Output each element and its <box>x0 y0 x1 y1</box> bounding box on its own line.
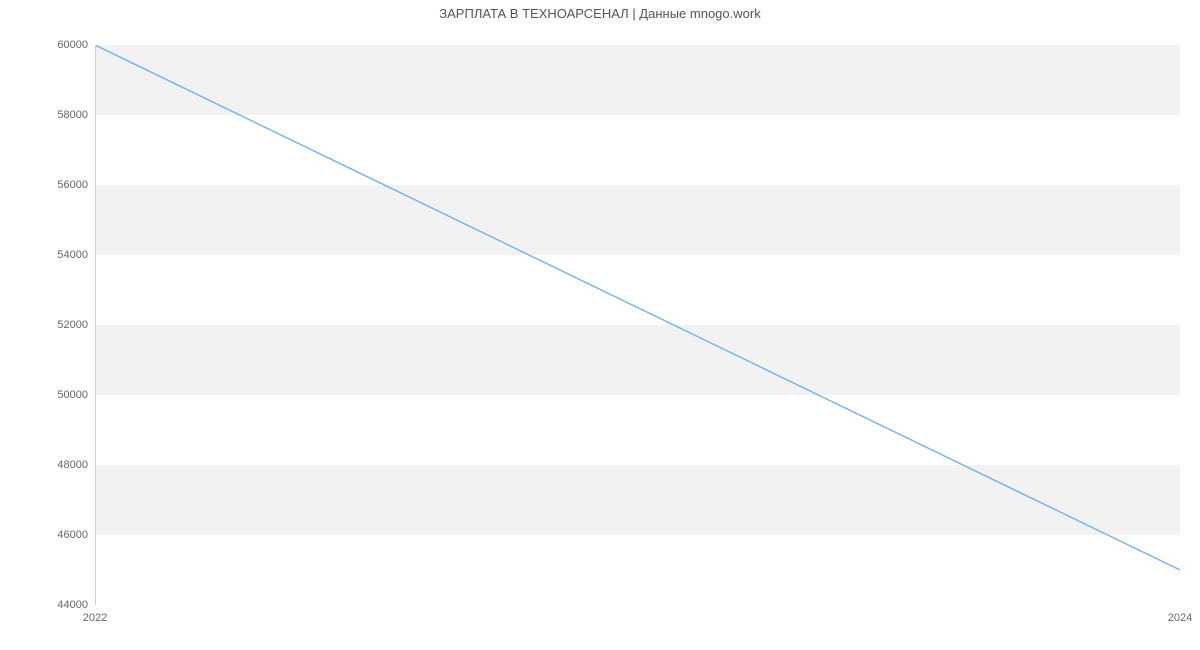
y-tick-label: 46000 <box>8 529 88 541</box>
y-tick-label: 48000 <box>8 459 88 471</box>
series-line <box>95 45 1180 570</box>
y-axis-line <box>95 45 96 605</box>
y-tick-label: 60000 <box>8 39 88 51</box>
y-tick-label: 56000 <box>8 179 88 191</box>
salary-chart: ЗАРПЛАТА В ТЕХНОАРСЕНАЛ | Данные mnogo.w… <box>0 0 1200 650</box>
y-tick-label: 44000 <box>8 599 88 611</box>
y-tick-label: 52000 <box>8 319 88 331</box>
line-layer <box>95 45 1180 605</box>
y-tick-label: 58000 <box>8 109 88 121</box>
plot-area <box>95 45 1180 605</box>
chart-title: ЗАРПЛАТА В ТЕХНОАРСЕНАЛ | Данные mnogo.w… <box>0 6 1200 21</box>
y-tick-label: 54000 <box>8 249 88 261</box>
x-tick-label: 2024 <box>1168 612 1192 624</box>
x-tick-label: 2022 <box>83 612 107 624</box>
y-tick-label: 50000 <box>8 389 88 401</box>
